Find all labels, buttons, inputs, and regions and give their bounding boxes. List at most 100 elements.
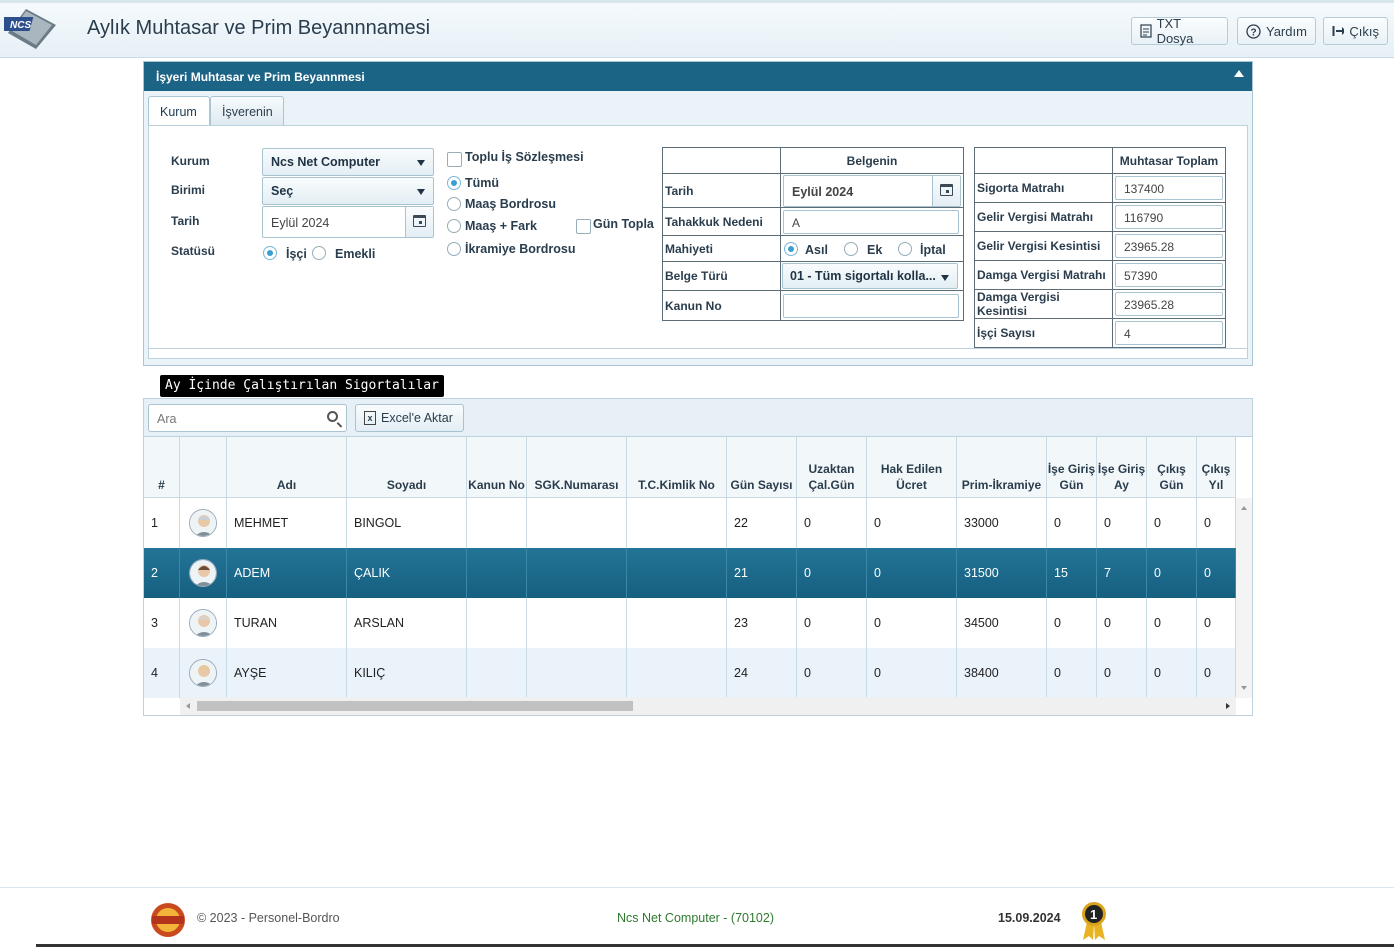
calendar-button[interactable] (932, 175, 960, 206)
statu-emekli-radio[interactable] (312, 246, 326, 260)
cell-tc (627, 498, 727, 548)
scrollbar-thumb[interactable] (197, 701, 633, 711)
col-header-giris-ay[interactable]: İşe Giriş Ay (1097, 437, 1147, 498)
cell-cikis-yil: 0 (1197, 498, 1236, 548)
col-header-hak[interactable]: Hak Edilen Ücret (867, 437, 957, 498)
col-header-kanun[interactable]: Kanun No (467, 437, 527, 498)
belge-tarih-input[interactable]: Eylül 2024 (783, 174, 961, 207)
scroll-down-icon[interactable] (1241, 686, 1247, 690)
search-input[interactable]: Ara (148, 404, 347, 432)
txt-file-button[interactable]: TXT Dosya (1131, 16, 1228, 46)
company-text: Ncs Net Computer - (70102) (617, 911, 775, 925)
gun-topla-checkbox[interactable] (576, 219, 591, 234)
collapse-icon[interactable] (1234, 70, 1244, 77)
tahakkuk-input[interactable]: A (783, 209, 959, 234)
gv-kesintisi-input[interactable]: 23965.28 (1115, 234, 1223, 258)
calendar-button[interactable] (405, 207, 433, 237)
exit-button[interactable]: Çıkış (1323, 17, 1388, 45)
col-header-giris-gun[interactable]: İşe Giriş Gün (1047, 437, 1097, 498)
cell-gun: 21 (727, 548, 797, 598)
statu-isci-radio[interactable] (263, 246, 277, 260)
document-icon (1140, 24, 1152, 38)
bordro-ikramiye-radio[interactable] (447, 242, 461, 256)
cell-prim: 38400 (957, 648, 1047, 698)
scroll-right-icon[interactable] (1226, 703, 1230, 709)
col-header-prim[interactable]: Prim-İkramiye (957, 437, 1047, 498)
cell-cikis-yil: 0 (1197, 598, 1236, 648)
cell-prim: 33000 (957, 498, 1047, 548)
sigorta-matrahi-input[interactable]: 137400 (1115, 176, 1223, 200)
top-bar: NCS Aylık Muhtasar ve Prim Beyannnamesi … (0, 0, 1394, 58)
col-header-uzak[interactable]: Uzaktan Çal.Gün (797, 437, 867, 498)
cell-giris-gun: 0 (1047, 498, 1097, 548)
statusu-label: Statüsü (171, 244, 216, 258)
mahiyet-label: Mahiyeti (662, 235, 781, 262)
cell-photo (180, 498, 227, 548)
col-header-photo (180, 437, 227, 498)
scroll-left-icon[interactable] (186, 703, 190, 709)
tarih-input[interactable]: Eylül 2024 (262, 206, 434, 238)
belge-turu-select[interactable]: 01 - Tüm sigortalı kolla... (782, 263, 958, 289)
horizontal-scrollbar[interactable] (180, 697, 1236, 715)
declaration-panel: İşyeri Muhtasar ve Prim Beyannmesi Kurum… (143, 61, 1253, 366)
question-icon: ? (1246, 23, 1261, 39)
mahiyet-ek-radio[interactable] (844, 242, 858, 256)
bordro-maas-fark-radio[interactable] (447, 219, 461, 233)
cell-soyadi: BINGOL (347, 498, 467, 548)
gun-topla-label: Gün Topla (593, 217, 654, 231)
txt-file-label: TXT Dosya (1156, 16, 1194, 46)
col-header-no[interactable]: # (144, 437, 180, 498)
cell-sgk (527, 648, 627, 698)
cell-cikis-gun: 0 (1147, 648, 1197, 698)
medal-text: 1 (1090, 907, 1097, 922)
cell-kanun (467, 548, 527, 598)
isci-sayisi-input[interactable]: 4 (1115, 321, 1223, 345)
help-button[interactable]: ? Yardım (1237, 17, 1316, 45)
dv-kesintisi-input[interactable]: 23965.28 (1115, 292, 1223, 316)
toplu-is-checkbox[interactable] (447, 152, 462, 167)
col-header-gun[interactable]: Gün Sayısı (727, 437, 797, 498)
table-row[interactable]: 3 TURAN ARSLAN 23 0 0 34500 0 0 0 0 (144, 598, 1236, 648)
statu-emekli-label: Emekli (335, 247, 376, 261)
bordro-tumu-radio[interactable] (447, 176, 461, 190)
cell-no: 4 (144, 648, 180, 698)
cell-hak: 0 (867, 648, 957, 698)
mahiyet-iptal-radio[interactable] (898, 242, 912, 256)
kanun-input[interactable] (783, 293, 959, 318)
col-header-soyadi[interactable]: Soyadı (347, 437, 467, 498)
footer: © 2023 - Personel-Bordro Ncs Net Compute… (0, 887, 1394, 947)
mahiyet-asil-radio[interactable] (784, 242, 798, 256)
vertical-scrollbar[interactable] (1236, 498, 1252, 698)
search-icon[interactable] (327, 411, 338, 422)
grid-header: # Adı Soyadı Kanun No SGK.Numarası T.C.K… (144, 437, 1236, 498)
bordro-maas-radio[interactable] (447, 197, 461, 211)
bordro-tumu-label: Tümü (465, 176, 500, 190)
cell-gun: 22 (727, 498, 797, 548)
col-header-tc[interactable]: T.C.Kimlik No (627, 437, 727, 498)
cell-giris-gun: 0 (1047, 598, 1097, 648)
birimi-select[interactable]: Seç (262, 177, 434, 205)
table-row[interactable]: 2 ADEM ÇALIK 21 0 0 31500 15 7 0 0 (144, 548, 1236, 598)
dv-matrahi-input[interactable]: 57390 (1115, 263, 1223, 287)
tarih-label: Tarih (171, 214, 200, 228)
export-excel-button[interactable]: x Excel'e Aktar (355, 404, 464, 432)
table-row[interactable]: 4 AYŞE KILIÇ 24 0 0 38400 0 0 0 0 (144, 648, 1236, 698)
tab-footer (148, 349, 1248, 359)
col-header-sgk[interactable]: SGK.Numarası (527, 437, 627, 498)
table-row[interactable]: 1 MEHMET BINGOL 22 0 0 33000 0 0 0 0 (144, 498, 1236, 548)
kurum-select[interactable]: Ncs Net Computer (262, 148, 434, 176)
exit-label: Çıkış (1349, 23, 1379, 39)
col-header-cikis-gun[interactable]: Çıkış Gün (1147, 437, 1197, 498)
cell-kanun (467, 648, 527, 698)
col-header-cikis-yil[interactable]: Çıkış Yıl (1197, 437, 1236, 498)
scroll-up-icon[interactable] (1241, 506, 1247, 510)
tab-kurum[interactable]: Kurum (148, 96, 210, 127)
col-header-adi[interactable]: Adı (227, 437, 347, 498)
belge-turu-label: Belge Türü (662, 261, 781, 291)
avatar (189, 659, 217, 687)
tab-isverenin[interactable]: İşverenin (210, 96, 284, 126)
cell-photo (180, 648, 227, 698)
kanun-label: Kanun No (662, 290, 781, 321)
cell-kanun (467, 498, 527, 548)
gv-matrahi-input[interactable]: 116790 (1115, 205, 1223, 229)
